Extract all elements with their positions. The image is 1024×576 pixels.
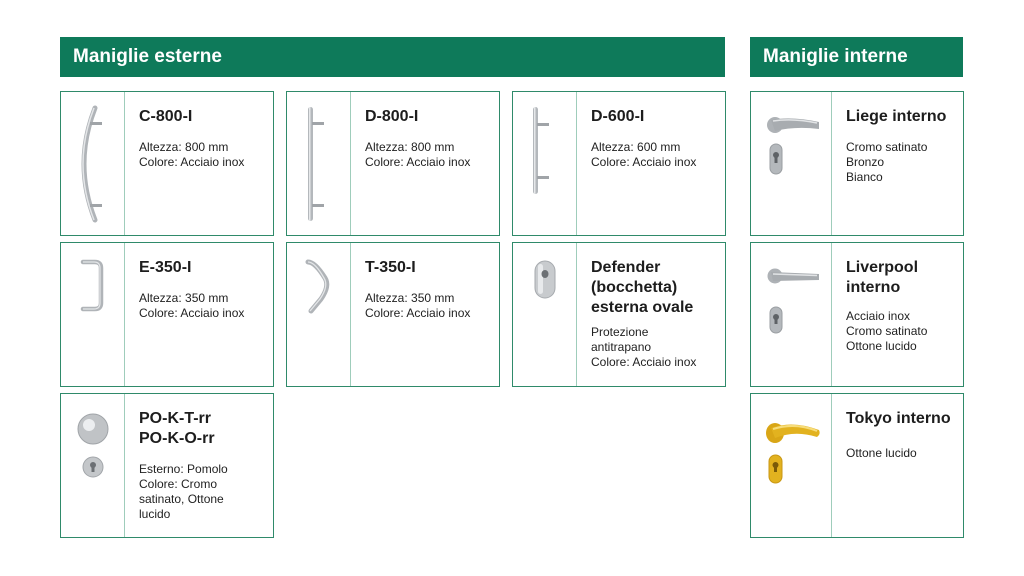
product-card-d-600-i[interactable]: D-600-I Altezza: 600 mm Colore: Acciaio … [512,91,726,236]
product-card-defender[interactable]: Defender (bocchetta) esterna ovale Prote… [512,242,726,387]
oval-escutcheon-icon [534,260,556,299]
external-handles-header: Maniglie esterne [60,37,725,77]
product-detail: Bianco [846,170,883,184]
internal-handles-title: Maniglie interne [763,46,908,67]
product-detail: Altezza: 600 mm [591,140,681,154]
product-title: C-800-I [139,108,193,125]
product-title: esterna ovale [591,299,694,316]
lever-handle-icon [767,117,819,175]
product-card-t-350-i[interactable]: T-350-I Altezza: 350 mm Colore: Acciaio … [286,242,500,387]
product-detail: Colore: Acciaio inox [139,155,245,169]
product-title: interno [846,279,901,296]
product-detail: Colore: Acciaio inox [591,155,697,169]
product-detail: lucido [139,507,171,521]
straight-pull-handle-icon [308,107,324,221]
product-detail: Colore: Acciaio inox [365,155,471,169]
product-detail: satinato, Ottone [139,492,224,506]
straight-pull-handle-short-icon [533,107,549,194]
internal-handles-header: Maniglie interne [750,37,963,77]
angled-pull-handle-icon [305,259,330,314]
product-card-liverpool-interno[interactable]: Liverpool interno Acciaio inox Cromo sat… [750,242,964,387]
product-detail: Acciaio inox [846,309,911,323]
product-detail: Altezza: 800 mm [139,140,229,154]
product-title: E-350-I [139,259,192,276]
product-title: (bocchetta) [591,279,678,296]
product-title: T-350-I [365,259,416,276]
product-title: PO-K-O-rr [139,430,215,447]
product-title: Defender [591,259,661,276]
product-detail: Colore: Acciaio inox [139,306,245,320]
product-card-c-800-i[interactable]: C-800-I Altezza: 800 mm Colore: Acciaio … [60,91,274,236]
product-title: PO-K-T-rr [139,410,211,427]
product-detail: Ottone lucido [846,339,917,353]
product-detail: Cromo satinato [846,324,928,338]
product-detail: Bronzo [846,155,885,169]
product-detail: antitrapano [591,340,652,354]
knob-with-keyhole-icon [77,413,109,478]
lever-handle-icon [767,268,819,334]
curved-pull-handle-icon [81,105,102,223]
u-pull-handle-icon [80,259,104,312]
product-card-tokyo-interno[interactable]: Tokyo interno Ottone lucido [750,393,964,538]
product-detail: Altezza: 350 mm [365,291,455,305]
product-title: Tokyo interno [846,410,951,427]
product-title: D-800-I [365,108,419,125]
product-card-po-k[interactable]: PO-K-T-rr PO-K-O-rr Esterno: Pomolo Colo… [60,393,274,538]
product-card-liege-interno[interactable]: Liege interno Cromo satinato Bronzo Bian… [750,91,964,236]
product-card-e-350-i[interactable]: E-350-I Altezza: 350 mm Colore: Acciaio … [60,242,274,387]
product-detail: Colore: Cromo [139,477,218,491]
product-title: Liege interno [846,108,947,125]
product-detail: Esterno: Pomolo [139,462,228,476]
product-detail: Colore: Acciaio inox [365,306,471,320]
gold-lever-handle-icon [766,423,820,484]
external-handles-title: Maniglie esterne [73,46,222,67]
product-detail: Altezza: 800 mm [365,140,455,154]
product-detail: Cromo satinato [846,140,928,154]
product-detail: Ottone lucido [846,446,917,460]
product-detail: Colore: Acciaio inox [591,355,697,369]
product-detail: Altezza: 350 mm [139,291,229,305]
product-title: D-600-I [591,108,645,125]
product-title: Liverpool [846,259,919,276]
product-card-d-800-i[interactable]: D-800-I Altezza: 800 mm Colore: Acciaio … [286,91,500,236]
product-detail: Protezione [591,325,649,339]
